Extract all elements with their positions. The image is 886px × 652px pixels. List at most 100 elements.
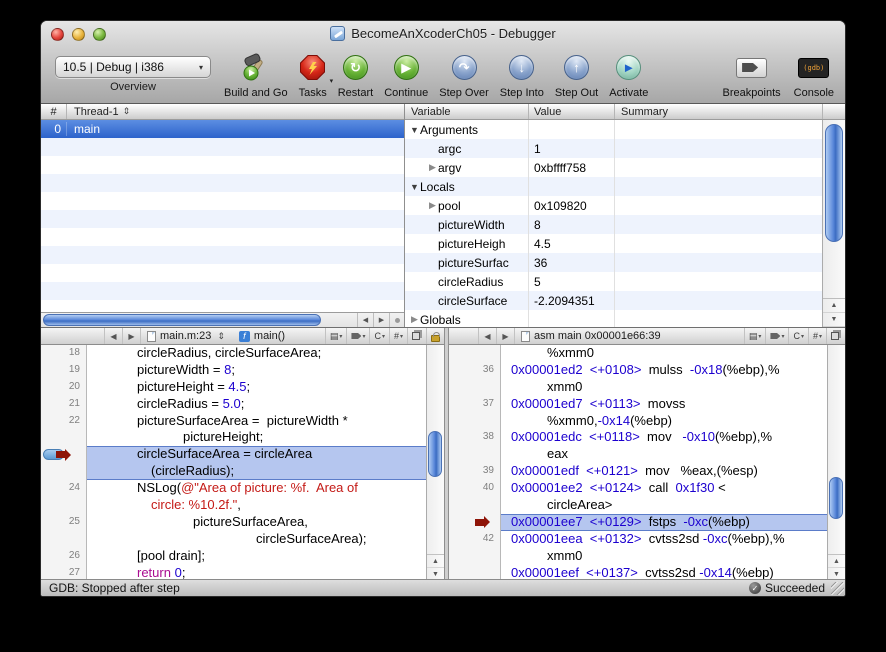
- column-header-variable[interactable]: Variable: [405, 104, 529, 119]
- variable-vertical-scrollbar[interactable]: ▲ ▼: [822, 120, 845, 327]
- disclosure-triangle-icon[interactable]: ▼: [409, 125, 420, 135]
- gutter-cell[interactable]: [449, 345, 501, 362]
- step-over-button[interactable]: ↷ Step Over: [439, 48, 489, 99]
- scrollbar-thumb[interactable]: [43, 314, 321, 326]
- variable-row[interactable]: argc1: [405, 139, 822, 158]
- line-menu[interactable]: #▾: [808, 328, 826, 344]
- scrollbar-thumb[interactable]: [825, 124, 843, 242]
- gutter-cell[interactable]: 40: [449, 480, 501, 497]
- minimize-button[interactable]: [72, 28, 85, 41]
- source-code-area[interactable]: 18circleRadius, circleSurfaceArea;19pict…: [41, 345, 444, 581]
- variable-header[interactable]: Variable Value Summary: [405, 104, 845, 120]
- scrollbar-thumb[interactable]: [428, 431, 442, 477]
- gutter-cell[interactable]: [449, 413, 501, 430]
- line-stepper-icon[interactable]: ⇕: [215, 331, 227, 342]
- breakpoints-button[interactable]: Breakpoints: [723, 48, 781, 99]
- gutter-cell[interactable]: [41, 463, 87, 480]
- thread-list-header[interactable]: # Thread-1 ⇕: [41, 104, 404, 120]
- gutter-cell[interactable]: 38: [449, 429, 501, 446]
- gutter-cell[interactable]: 21: [41, 396, 87, 413]
- scroll-up-icon[interactable]: ▲: [823, 299, 845, 313]
- bookmarks-menu[interactable]: ▤▾: [744, 328, 766, 344]
- gutter-cell[interactable]: [41, 429, 87, 446]
- column-header-thread[interactable]: Thread-1 ⇕: [67, 104, 404, 119]
- column-header-summary[interactable]: Summary: [615, 104, 823, 119]
- gutter-cell[interactable]: [41, 497, 87, 514]
- disclosure-triangle-icon[interactable]: ▶: [409, 314, 420, 325]
- disclosure-triangle-icon[interactable]: ▶: [427, 162, 438, 173]
- step-out-button[interactable]: ↑ Step Out: [555, 48, 598, 99]
- step-into-button[interactable]: ↓ Step Into: [500, 48, 544, 99]
- breakpoints-menu[interactable]: ▾: [346, 328, 369, 344]
- gutter-cell[interactable]: 20: [41, 379, 87, 396]
- restart-button[interactable]: ↻ Restart: [338, 48, 373, 99]
- bookmarks-menu[interactable]: ▤▾: [325, 328, 347, 344]
- gutter-cell[interactable]: [449, 548, 501, 565]
- gutter-cell[interactable]: [449, 446, 501, 463]
- counterpart-button[interactable]: [826, 328, 845, 344]
- variable-row[interactable]: circleRadius5: [405, 272, 822, 291]
- disclosure-triangle-icon[interactable]: ▶: [427, 200, 438, 211]
- gutter-cell[interactable]: 22: [41, 413, 87, 430]
- gutter-cell[interactable]: 37: [449, 396, 501, 413]
- scrollbar-thumb[interactable]: [829, 477, 843, 519]
- breakpoints-menu[interactable]: ▾: [765, 328, 788, 344]
- gutter-cell[interactable]: 19: [41, 362, 87, 379]
- scroll-right-icon[interactable]: ▶: [373, 313, 389, 327]
- variable-row[interactable]: ▶pool0x109820: [405, 196, 822, 215]
- asm-vertical-scrollbar[interactable]: ▲ ▼: [827, 345, 845, 581]
- column-header-index[interactable]: #: [41, 104, 67, 119]
- gutter-cell[interactable]: 36: [449, 362, 501, 379]
- thread-horizontal-scrollbar[interactable]: ◀ ▶: [41, 312, 404, 327]
- variable-row[interactable]: ▼Arguments: [405, 120, 822, 139]
- gutter-cell[interactable]: 42: [449, 531, 501, 548]
- variable-row[interactable]: pictureHeigh4.5: [405, 234, 822, 253]
- scroll-left-icon[interactable]: ◀: [357, 313, 373, 327]
- scroll-up-icon[interactable]: ▲: [828, 555, 845, 568]
- splitter-dot-icon[interactable]: [389, 313, 404, 327]
- activate-button[interactable]: ► Activate: [609, 48, 648, 99]
- variable-row[interactable]: pictureWidth8: [405, 215, 822, 234]
- gutter-cell[interactable]: 25: [41, 514, 87, 531]
- console-button[interactable]: (gdb) Console: [794, 48, 834, 99]
- gutter-cell[interactable]: 24: [41, 480, 87, 497]
- nav-back-icon[interactable]: ◀: [105, 328, 123, 344]
- variable-row[interactable]: ▶Globals: [405, 310, 822, 327]
- nav-back-icon[interactable]: ◀: [479, 328, 497, 344]
- nav-forward-icon[interactable]: ▶: [497, 328, 515, 344]
- function-popup[interactable]: f main(): [233, 328, 291, 344]
- gutter-cell[interactable]: [41, 531, 87, 548]
- asm-code-area[interactable]: %xmm0360x00001ed2 <+0108> mulss -0x18(%e…: [449, 345, 845, 581]
- file-popup[interactable]: main.m:23 ⇕: [141, 328, 233, 344]
- file-popup[interactable]: asm main 0x00001e66:39: [515, 328, 667, 344]
- gutter-cell[interactable]: 18: [41, 345, 87, 362]
- build-and-go-button[interactable]: Build and Go: [224, 48, 288, 99]
- class-menu[interactable]: C▾: [369, 328, 389, 344]
- close-button[interactable]: [51, 28, 64, 41]
- nav-forward-icon[interactable]: ▶: [123, 328, 141, 344]
- thread-row-selected[interactable]: 0 main: [41, 120, 404, 138]
- continue-button[interactable]: ▶ Continue: [384, 48, 428, 99]
- gutter-cell[interactable]: [41, 446, 87, 463]
- column-header-value[interactable]: Value: [529, 104, 615, 119]
- gutter-cell[interactable]: [449, 379, 501, 396]
- gutter-cell[interactable]: [449, 497, 501, 514]
- resize-grip[interactable]: [831, 582, 844, 595]
- variable-rows[interactable]: ▼Argumentsargc1▶argv0xbffff758▼Locals▶po…: [405, 120, 822, 327]
- zoom-button[interactable]: [93, 28, 106, 41]
- gutter-cell[interactable]: 39: [449, 463, 501, 480]
- gutter-cell[interactable]: [449, 514, 501, 531]
- source-vertical-scrollbar[interactable]: ▲ ▼: [426, 345, 444, 581]
- scroll-up-icon[interactable]: ▲: [427, 555, 444, 568]
- scroll-down-icon[interactable]: ▼: [823, 313, 845, 327]
- variable-row[interactable]: pictureSurfac36: [405, 253, 822, 272]
- gutter-cell[interactable]: 26: [41, 548, 87, 565]
- counterpart-button[interactable]: [407, 328, 426, 344]
- thread-rows[interactable]: 0 main: [41, 120, 404, 312]
- line-menu[interactable]: #▾: [389, 328, 407, 344]
- class-menu[interactable]: C▾: [788, 328, 808, 344]
- tasks-button[interactable]: ▾ Tasks: [299, 48, 327, 99]
- overview-popup[interactable]: 10.5 | Debug | i386 ▾: [55, 56, 211, 78]
- variable-row[interactable]: ▼Locals: [405, 177, 822, 196]
- variable-row[interactable]: circleSurface-2.2094351: [405, 291, 822, 310]
